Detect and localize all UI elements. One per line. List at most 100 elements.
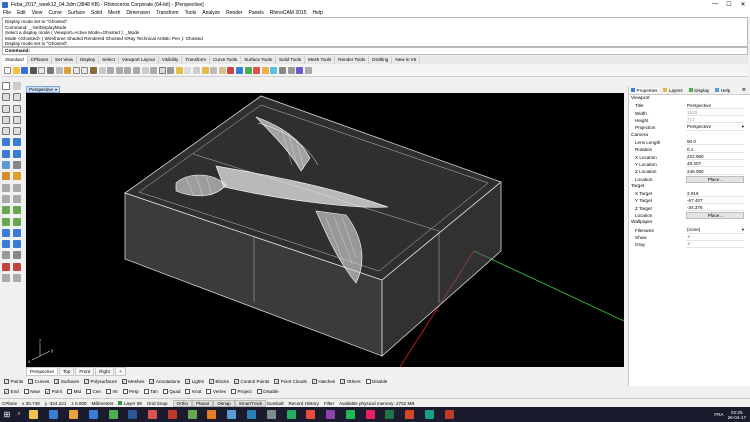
viewport-title[interactable]: Perspective ▾ [26,86,61,93]
xbox-icon[interactable] [286,410,296,419]
checkbox[interactable] [365,379,371,384]
property-value[interactable]: 222.950 [686,154,744,161]
checkbox[interactable]: ✓ [45,389,51,394]
twist-icon[interactable] [13,240,22,249]
menu-edit[interactable]: Edit [17,10,26,16]
filter-toggle[interactable]: Filter [324,401,334,406]
help-icon[interactable] [287,66,295,74]
osnap-perp[interactable]: Perp [122,389,139,394]
tab-transform[interactable]: Transform [182,56,211,64]
windows-logo-icon[interactable]: ⊞ [0,407,14,422]
osnap-mid[interactable]: Mid [67,389,81,394]
osnap-icon[interactable] [227,66,235,74]
checkbox[interactable] [23,389,29,394]
split-icon[interactable] [13,183,22,192]
property-value[interactable]: -67.407 [686,197,744,204]
panel-tab-properties[interactable]: Properties [629,87,660,93]
viewport-tab-front[interactable]: Front [75,367,95,376]
mail-icon[interactable] [246,410,256,419]
checkbox[interactable] [185,389,191,394]
osnap-tan[interactable]: Tan [143,389,158,394]
maps-icon[interactable] [425,410,435,419]
undo-view-icon[interactable] [141,66,149,74]
point-icon[interactable] [13,82,22,90]
tab-mesh-tools[interactable]: Mesh Tools [305,56,336,64]
select-arrow-icon[interactable] [2,82,10,90]
checkbox[interactable]: ✓ [233,379,239,384]
print-icon[interactable] [29,66,37,74]
mesh-icon[interactable] [2,161,10,170]
panel-tab-layers[interactable]: Layers [661,88,684,93]
property-value[interactable]: 0.1 [686,146,744,153]
word-icon[interactable] [128,410,138,419]
filter-polysurfaces[interactable]: ✓ Polysurfaces [83,379,117,384]
minimize-button[interactable]: — [708,1,722,8]
chevron-down-icon[interactable]: ▾ [742,124,744,130]
extrude-surface-icon[interactable] [13,138,22,147]
layer-icon[interactable] [201,66,209,74]
zoom-window-icon[interactable] [115,66,123,74]
acrobat-icon[interactable] [148,410,158,419]
fillet-icon[interactable] [2,172,10,181]
checkbox[interactable]: ✓ [54,379,60,384]
group-icon[interactable] [13,274,22,283]
checkbox[interactable]: ✓ [311,379,317,384]
tab-standard[interactable]: Standard [2,56,28,64]
property-value[interactable]: 48.307 [686,161,744,168]
menu-mesh[interactable]: Mesh [108,10,120,16]
viewport-tab-top[interactable]: Top [59,367,75,376]
menu-view[interactable]: View [32,10,43,16]
dimension-icon[interactable] [279,66,286,74]
menu-file[interactable]: File [3,10,11,16]
rectangle-icon[interactable] [2,127,10,136]
gumball-toggle[interactable]: Gumball [266,401,283,406]
checkbox[interactable]: ✓ [121,379,127,384]
place-button[interactable]: Place... [686,212,744,220]
polygon-icon[interactable] [13,127,22,136]
trim-icon[interactable] [2,183,10,192]
osnap-end[interactable]: ✓ End [4,389,19,394]
ortho-toggle[interactable]: Ortho [172,399,193,407]
osnap-project[interactable]: Project [230,389,252,394]
bend-icon[interactable] [2,240,10,249]
tab-drafting[interactable]: Drafting [369,56,393,64]
osnap-cen[interactable]: Cen [86,389,101,394]
menu-panels[interactable]: Panels [249,10,264,16]
zoom-extents-icon[interactable] [124,66,132,74]
menu-transform[interactable]: Transform [156,10,179,16]
flow-icon[interactable] [13,228,22,237]
join-icon[interactable] [2,194,10,203]
checkbox[interactable]: ✓ [149,379,155,384]
viewport-tab-right[interactable]: Right [95,367,114,376]
toolbar-more-icon[interactable] [304,66,312,74]
osnap-near[interactable]: Near [23,389,40,394]
filter-meshes[interactable]: ✓ Meshes [121,379,144,384]
shaded-display-icon[interactable] [236,66,244,74]
redo-icon[interactable] [81,66,89,74]
chrome-icon[interactable] [108,410,118,419]
command-input[interactable]: Command: [2,47,748,55]
checkbox[interactable]: ✓ [208,379,214,384]
media-icon[interactable] [167,410,177,419]
checkbox[interactable] [162,389,168,394]
property-value[interactable]: -34.376 [686,205,744,212]
checkbox[interactable]: ✓ [4,389,9,394]
tab-solid-tools[interactable]: Solid Tools [276,56,306,64]
undo-icon[interactable] [72,66,80,74]
scale-icon[interactable] [2,217,10,226]
property-value[interactable]: ✓ [686,241,744,249]
rendered-display-icon[interactable] [244,66,252,74]
boolean-icon[interactable] [13,172,22,181]
checkbox[interactable] [256,389,262,394]
filter-disable[interactable]: Disable [365,379,387,384]
leader-icon[interactable] [13,262,22,271]
ellipse-icon[interactable] [13,115,22,124]
panel-tab-display[interactable]: Display [687,88,712,93]
menu-analyze[interactable]: Analyze [202,10,220,16]
chevron-down-icon[interactable]: ▾ [55,87,57,92]
checkbox[interactable] [86,389,92,394]
checkbox[interactable] [122,389,128,394]
tab-select[interactable]: Select [99,56,119,64]
settings-icon[interactable] [266,410,276,419]
layer-indicator[interactable]: Layer 08 [118,401,142,406]
